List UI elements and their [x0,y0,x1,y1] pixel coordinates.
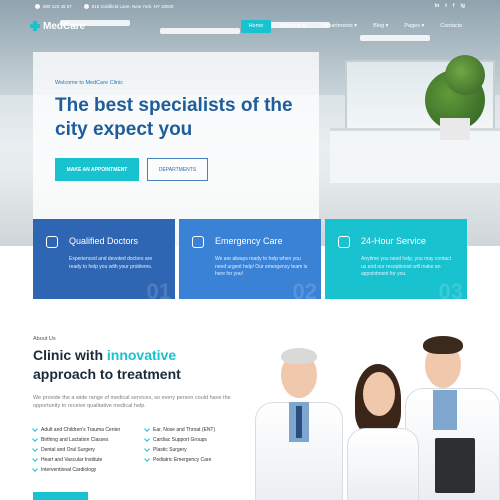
list-item: Cardiac Support Groups [144,435,253,443]
social-links: in t f ig [435,3,465,9]
card-title: Qualified Doctors [69,236,139,246]
top-bar: 880 123 45 67 815 Goldfield Lane, New Yo… [0,0,500,12]
title-highlight: innovative [106,347,177,363]
nav-item-departments[interactable]: Departments ▾ [313,20,365,33]
phone-number: 880 123 45 67 [43,3,72,9]
hero-welcome: Welcome to MedCare Clinic [55,80,124,86]
list-item: Ear, Nose and Throat (ENT) [144,425,253,433]
twitter-icon[interactable]: t [445,3,447,9]
nav-item-label: About us [279,23,301,29]
list-item: Interventional Cardiology [32,465,145,473]
hospital-icon [338,236,350,248]
card-number: 02 [292,279,317,299]
instagram-icon[interactable]: ig [461,3,465,9]
nav-item-label: Blog [373,23,385,29]
nav-item-about[interactable]: About us ▾ [271,20,313,33]
card-number: 03 [438,279,463,299]
chevron-down-icon: ▾ [384,23,389,29]
doctor-coat [347,428,419,500]
service-label: Adult and Children's Trauma Center [41,426,121,433]
card-title: Emergency Care [215,236,283,246]
departments-button[interactable]: DEPARTMENTS [147,158,208,181]
nav-item-home[interactable]: Home [240,19,272,33]
list-item: Plastic Surgery [144,445,253,453]
check-icon [32,425,38,432]
services-list: Adult and Children's Trauma Center Ear, … [32,425,253,473]
service-label: Pediatric Emergency Care [153,456,212,463]
address-text: 815 Goldfield Lane, New York, NY 10025 [91,3,174,9]
title-part: approach to treatment [33,366,181,382]
doctor-head [363,372,395,416]
phone-info[interactable]: 880 123 45 67 [35,3,72,9]
service-label: Ear, Nose and Throat (ENT) [153,426,216,433]
nav-item-label: Pages [404,23,420,29]
feature-card-service[interactable]: 24-Hour Service Anytime you need help, y… [325,219,467,299]
brand-logo[interactable]: MedCare [30,21,85,32]
feature-card-emergency[interactable]: Emergency Care We are always ready to he… [179,219,321,299]
plant-image [445,55,485,95]
medical-cross-icon [30,21,40,31]
plant-pot [440,118,470,140]
service-label: Cardiac Support Groups [153,436,207,443]
brand-name: MedCare [43,20,86,32]
card-text: Experienced and devoted doctors are read… [69,256,153,270]
ambulance-icon [192,236,204,248]
list-item: Pediatric Emergency Care [144,455,253,463]
location-icon [83,3,89,9]
hero-title: The best specialists of the city expect … [55,95,293,140]
address-info: 815 Goldfield Lane, New York, NY 10025 [83,3,174,9]
doctor-shirt [433,390,457,430]
doctor-icon [46,236,58,248]
linkedin-icon[interactable]: in [435,3,439,9]
service-label: Interventional Cardiology [41,466,97,473]
nav-menu: Home About us ▾ Departments ▾ Blog ▾ Pag… [240,19,470,33]
card-text: We are always ready to help when you nee… [215,256,308,277]
service-label: Plastic Surgery [153,446,187,453]
list-item: Adult and Children's Trauma Center [32,425,145,433]
section-title: Clinic with innovative approach to treat… [33,346,263,384]
read-more-button[interactable] [33,492,88,500]
phone-icon [35,3,40,9]
service-label: Heart and Vascular Institute [41,456,103,463]
section-description: We provide the a wide range of medical s… [33,395,231,409]
check-icon [32,445,38,452]
check-icon [32,455,38,462]
reception-desk [330,128,500,183]
check-icon [144,445,150,452]
doctor-tie [296,406,302,438]
list-item: Heart and Vascular Institute [32,455,145,463]
check-icon [144,435,150,442]
doctor-hair [423,336,463,354]
check-icon [144,455,150,462]
nav-item-pages[interactable]: Pages ▾ [396,20,432,33]
nav-item-blog[interactable]: Blog ▾ [365,20,396,33]
chevron-down-icon: ▾ [352,23,358,29]
chevron-down-icon: ▾ [300,23,306,29]
doctor-hair [281,348,317,364]
card-number: 01 [146,279,171,299]
service-label: Dental and Oral Surgery [41,446,95,453]
card-title: 24-Hour Service [361,236,427,246]
title-part: Clinic with [33,347,107,363]
check-icon [144,425,150,432]
doctors-photo [255,330,500,500]
list-item: Dental and Oral Surgery [32,445,145,453]
check-icon [32,465,38,472]
chevron-down-icon: ▾ [419,23,425,29]
main-nav: MedCare Home About us ▾ Departments ▾ Bl… [0,13,500,39]
feature-card-doctors[interactable]: Qualified Doctors Experienced and devote… [33,219,175,299]
clipboard [435,438,475,493]
nav-item-contacts[interactable]: Contacts [432,20,470,33]
check-icon [32,435,38,442]
service-label: Birthing and Lactation Classes [41,436,109,443]
nav-item-label: Departments [321,23,353,29]
list-item: Birthing and Lactation Classes [32,435,145,443]
section-label: About Us [33,336,56,342]
facebook-icon[interactable]: f [453,3,455,9]
make-appointment-button[interactable]: MAKE AN APPOINTMENT [55,158,139,181]
card-text: Anytime you need help, you may contact u… [361,256,452,277]
